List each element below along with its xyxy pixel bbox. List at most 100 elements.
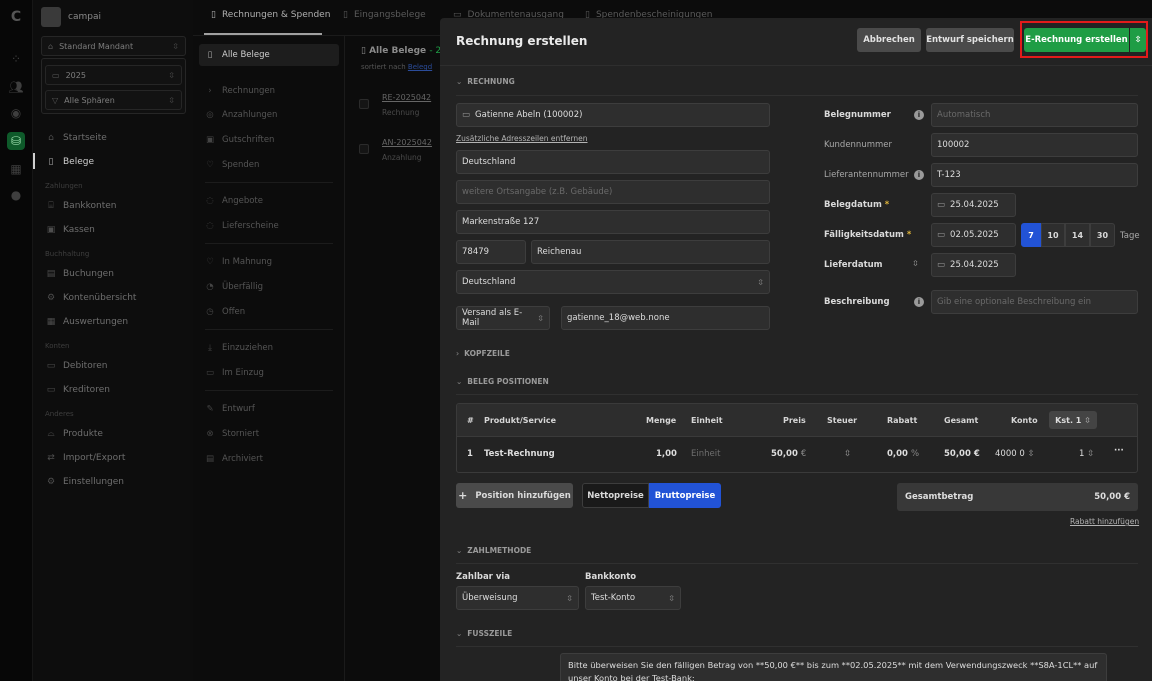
filter-einzuziehen[interactable]: ⤓ Einzuziehen: [205, 343, 273, 353]
org-name[interactable]: campai: [68, 12, 101, 22]
nav-debitoren[interactable]: ▭ Debitoren: [45, 361, 108, 371]
lieferdatum-input[interactable]: ▭ 25.04.2025: [931, 253, 1016, 277]
belegnummer-input[interactable]: Automatisch: [931, 103, 1138, 127]
row-checkbox[interactable]: [359, 144, 369, 154]
row-unit[interactable]: Einheit: [691, 449, 720, 459]
modal-title: Rechnung erstellen: [456, 34, 588, 48]
tab-rechnungen-spenden[interactable]: ▯ Rechnungen & Spenden: [211, 10, 330, 20]
kst-select[interactable]: Kst. 1 ⇳: [1049, 411, 1097, 429]
due-days-10[interactable]: 10: [1041, 223, 1065, 247]
chat-icon[interactable]: ●: [7, 186, 25, 204]
section-rechnung[interactable]: ⌄ RECHNUNG: [456, 77, 515, 86]
nav-kreditoren[interactable]: ▭ Kreditoren: [45, 385, 110, 395]
list-item-id[interactable]: RE-2025042: [382, 93, 431, 102]
info-icon[interactable]: i: [914, 297, 924, 307]
filter-gutschriften[interactable]: ▣ Gutschriften: [205, 135, 274, 145]
nav-kassen[interactable]: ▣ Kassen: [45, 225, 95, 235]
customer-select[interactable]: ▭ Gatienne Abeln (100002): [456, 103, 770, 127]
belegdatum-input[interactable]: ▭ 25.04.2025: [931, 193, 1016, 217]
finance-icon[interactable]: ⛁: [7, 132, 25, 150]
nav-bankkonten[interactable]: ⌸ Bankkonten: [45, 201, 116, 211]
org-avatar[interactable]: [41, 7, 61, 27]
row-discount[interactable]: 0,00 %: [887, 449, 919, 459]
street-input[interactable]: Markenstraße 127: [456, 210, 770, 234]
tab-eingangsbelege[interactable]: ▯ Eingangsbelege: [343, 10, 426, 20]
filter-rechnungen[interactable]: › Rechnungen: [205, 86, 275, 96]
kundennummer-input[interactable]: 100002: [931, 133, 1138, 157]
city-input[interactable]: Reichenau: [531, 240, 770, 264]
remove-address-lines-link[interactable]: Zusätzliche Adresszeilen entfernen: [456, 134, 588, 143]
filter-storniert[interactable]: ⊗ Storniert: [205, 429, 259, 439]
row-price[interactable]: 50,00 €: [771, 449, 806, 459]
payable-via-select[interactable]: Überweisung ⇳: [456, 586, 579, 610]
row-account-select[interactable]: 4000 0 ⇳: [995, 449, 1035, 459]
faelligkeit-label: Fälligkeitsdatum *: [824, 230, 912, 240]
nav-startseite[interactable]: ⌂ Startseite: [45, 133, 107, 143]
app-logo-icon[interactable]: C: [7, 8, 25, 26]
calendar-icon[interactable]: ▦: [7, 160, 25, 178]
sort-field-link[interactable]: Belegd: [408, 63, 432, 71]
filter-archiviert[interactable]: ▤ Archiviert: [205, 454, 263, 464]
clock-icon: ◷: [206, 307, 214, 317]
filter-im-einzug[interactable]: ▭ Im Einzug: [205, 368, 264, 378]
person-icon[interactable]: ◉: [7, 104, 25, 122]
add-position-button[interactable]: + Position hinzufügen: [456, 483, 573, 508]
section-positionen[interactable]: ⌄ BELEG POSITIONEN: [456, 377, 549, 386]
row-qty[interactable]: 1,00: [656, 449, 677, 459]
info-icon[interactable]: i: [914, 170, 924, 180]
beschreibung-input[interactable]: Gib eine optionale Beschreibung ein: [931, 290, 1138, 314]
delivery-method-select[interactable]: Versand als E-Mail ⇳: [456, 306, 550, 330]
bank-account-select[interactable]: Test-Konto ⇳: [585, 586, 681, 610]
filter-ueberfaellig[interactable]: ◔ Überfällig: [205, 282, 263, 292]
people-icon[interactable]: 👥︎: [7, 78, 25, 96]
gross-prices-toggle[interactable]: Bruttopreise: [649, 483, 721, 508]
section-fusszeile[interactable]: ⌄ FUSSZEILE: [456, 629, 512, 638]
nav-belege[interactable]: ▯ Belege: [45, 157, 94, 167]
net-prices-toggle[interactable]: Nettopreise: [582, 483, 649, 508]
filter-anzahlungen[interactable]: ◎ Anzahlungen: [205, 110, 277, 120]
mandant-select[interactable]: ⌂ Standard Mandant ⇳: [41, 36, 186, 56]
footer-text-editor[interactable]: Bitte überweisen Sie den fälligen Betrag…: [560, 653, 1107, 681]
nav-auswertungen[interactable]: ▦ Auswertungen: [45, 317, 128, 327]
section-zahlmethode[interactable]: ⌄ ZAHLMETHODE: [456, 546, 531, 555]
nav-produkte[interactable]: ⌓ Produkte: [45, 429, 103, 439]
lieferantennummer-input[interactable]: T-123: [931, 163, 1138, 187]
filter-alle-belege[interactable]: ▯ Alle Belege: [205, 50, 270, 60]
filter-angebote[interactable]: ◌ Angebote: [205, 196, 263, 206]
row-tax-select[interactable]: ⇳: [844, 449, 851, 459]
row-product[interactable]: Test-Rechnung: [484, 449, 555, 459]
zip-input[interactable]: 78479: [456, 240, 526, 264]
nav-kontenuebersicht[interactable]: ⚙ Kontenübersicht: [45, 293, 137, 303]
row-more-icon[interactable]: ···: [1114, 446, 1124, 456]
grid-icon[interactable]: ⁘: [7, 50, 25, 68]
filter-entwurf[interactable]: ✎ Entwurf: [205, 404, 254, 414]
year-select[interactable]: ▭ 2025 ⇳: [45, 65, 182, 85]
filter-in-mahnung[interactable]: ♡ In Mahnung: [205, 257, 272, 267]
row-kst-select[interactable]: 1 ⇳: [1079, 449, 1094, 459]
nav-buchungen[interactable]: ▤ Buchungen: [45, 269, 114, 279]
offer-icon: ◌: [206, 196, 214, 206]
filter-offen[interactable]: ◷ Offen: [205, 307, 245, 317]
filter-lieferscheine[interactable]: ◌ Lieferscheine: [205, 221, 278, 231]
lieferdatum-mode-toggle[interactable]: ⇳: [912, 259, 919, 268]
nav-einstellungen[interactable]: ⚙ Einstellungen: [45, 477, 124, 487]
add-discount-link[interactable]: Rabatt hinzufügen: [1070, 517, 1139, 526]
sphere-select[interactable]: ▽ Alle Sphären ⇳: [45, 90, 182, 110]
due-days-14[interactable]: 14: [1065, 223, 1090, 247]
section-kopfzeile[interactable]: › KOPFZEILE: [456, 349, 510, 358]
info-icon[interactable]: i: [914, 110, 924, 120]
location-input[interactable]: weitere Ortsangabe (z.B. Gebäude): [456, 180, 770, 204]
filter-spenden[interactable]: ♡ Spenden: [205, 160, 259, 170]
address-line-country[interactable]: Deutschland: [456, 150, 770, 174]
due-days-30[interactable]: 30: [1090, 223, 1115, 247]
save-draft-button[interactable]: Entwurf speichern: [926, 28, 1014, 52]
nav-import-export[interactable]: ⇄ Import/Export: [45, 453, 125, 463]
row-checkbox[interactable]: [359, 99, 369, 109]
cancel-button[interactable]: Abbrechen: [857, 28, 921, 52]
faelligkeit-input[interactable]: ▭ 02.05.2025: [931, 223, 1016, 247]
list-item-id[interactable]: AN-2025042: [382, 138, 432, 147]
email-input[interactable]: gatienne_18@web.none: [561, 306, 770, 330]
gear-icon: ⚙: [46, 477, 56, 487]
due-days-7[interactable]: 7: [1021, 223, 1041, 247]
country-select[interactable]: Deutschland ⇳: [456, 270, 770, 294]
